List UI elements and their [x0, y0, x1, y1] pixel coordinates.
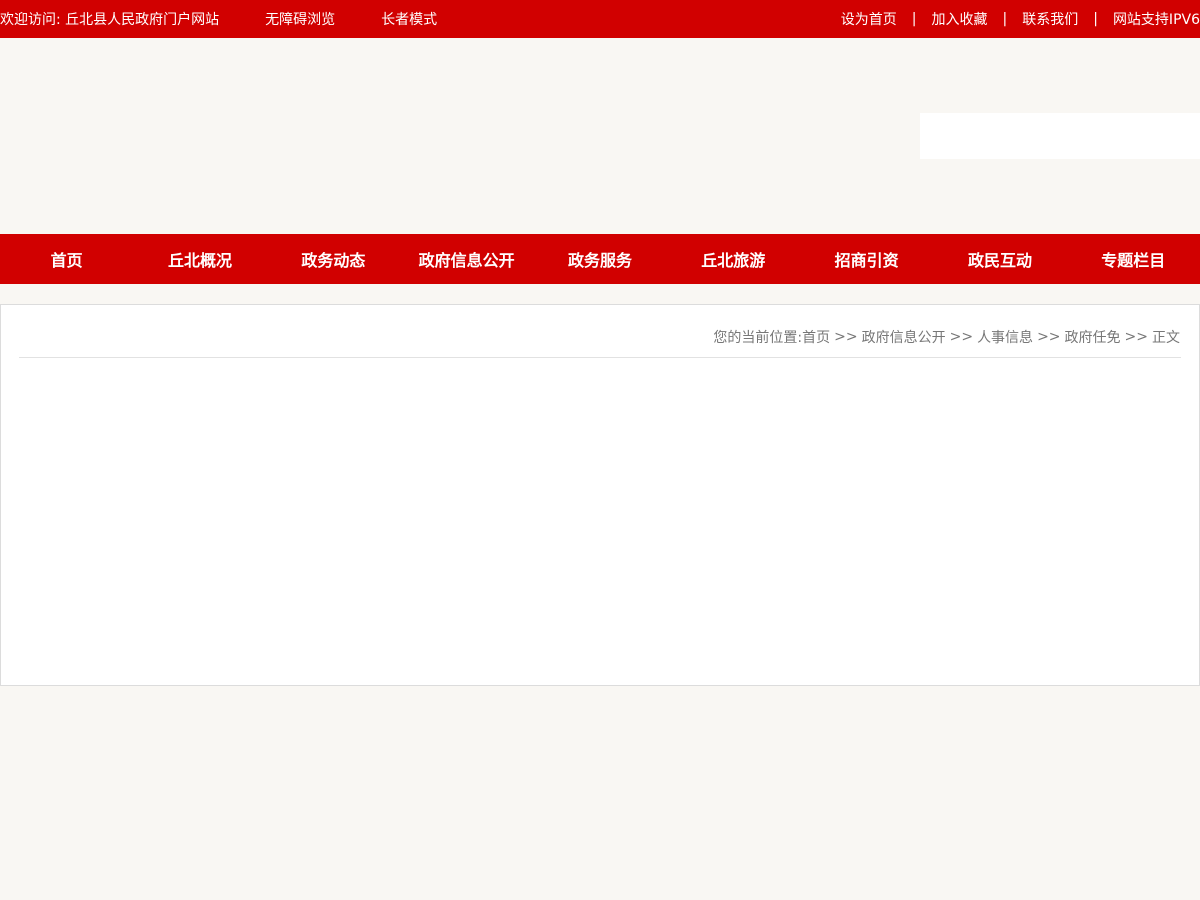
nav-item-overview[interactable]: 丘北概况 [133, 234, 266, 284]
nav-item-services[interactable]: 政务服务 [533, 234, 666, 284]
nav-item-label: 招商引资 [834, 251, 899, 270]
breadcrumb-appointments[interactable]: 政府任免 [1065, 327, 1121, 347]
topbar-separator: | [911, 11, 917, 27]
topbar-separator: | [1002, 11, 1008, 27]
contact-us-link[interactable]: 联系我们 [1022, 9, 1078, 29]
main-nav: 首页 丘北概况 政务动态 政府信息公开 政务服务 丘北旅游 招商引资 政民互动 … [0, 234, 1200, 284]
accessible-browse-link[interactable]: 无障碍浏览 [265, 9, 335, 29]
breadcrumb-personnel-info[interactable]: 人事信息 [977, 327, 1033, 347]
nav-item-label: 政务服务 [567, 251, 632, 270]
add-favorite-link[interactable]: 加入收藏 [932, 9, 988, 29]
nav-item-label: 政民互动 [967, 251, 1032, 270]
nav-item-label: 丘北概况 [167, 251, 232, 270]
nav-item-home[interactable]: 首页 [0, 234, 133, 284]
topbar-separator: | [1093, 11, 1098, 27]
topbar-left: 欢迎访问: 丘北县人民政府门户网站 无障碍浏览 长者模式 [0, 0, 437, 38]
search-input[interactable] [920, 113, 1200, 159]
nav-item-news[interactable]: 政务动态 [267, 234, 400, 284]
nav-item-label: 丘北旅游 [701, 251, 766, 270]
breadcrumb-separator: >> [1037, 329, 1061, 345]
content-panel: 您的当前位置: 首页 >> 政府信息公开 >> 人事信息 >> 政府任免 >> … [0, 304, 1200, 686]
breadcrumb-home[interactable]: 首页 [802, 327, 830, 347]
breadcrumb: 您的当前位置: 首页 >> 政府信息公开 >> 人事信息 >> 政府任免 >> … [713, 327, 1180, 347]
ipv6-support-text: 网站支持IPV6 [1112, 12, 1200, 28]
nav-item-investment[interactable]: 招商引资 [800, 234, 933, 284]
nav-item-label: 专题栏目 [1101, 251, 1166, 270]
breadcrumb-info-disclosure[interactable]: 政府信息公开 [862, 327, 946, 347]
nav-item-special-topics[interactable]: 专题栏目 [1067, 234, 1200, 284]
breadcrumb-separator: >> [1124, 329, 1148, 345]
elder-mode-link[interactable]: 长者模式 [381, 9, 437, 29]
breadcrumb-separator: >> [834, 329, 858, 345]
welcome-text: 欢迎访问: 丘北县人民政府门户网站 [0, 12, 220, 28]
nav-item-label: 首页 [50, 251, 83, 270]
nav-item-label: 政府信息公开 [418, 251, 515, 270]
set-home-link[interactable]: 设为首页 [841, 9, 897, 29]
nav-item-label: 政务动态 [301, 251, 366, 270]
breadcrumb-current: 正文 [1152, 330, 1180, 346]
content-divider [19, 357, 1181, 358]
topbar-right: 设为首页 | 加入收藏 | 联系我们 | 网站支持IPV6 [841, 0, 1200, 38]
breadcrumb-prefix: 您的当前位置: [713, 330, 803, 346]
nav-item-tourism[interactable]: 丘北旅游 [667, 234, 800, 284]
nav-item-interaction[interactable]: 政民互动 [933, 234, 1066, 284]
nav-item-info-disclosure[interactable]: 政府信息公开 [400, 234, 533, 284]
top-utility-bar: 欢迎访问: 丘北县人民政府门户网站 无障碍浏览 长者模式 设为首页 | 加入收藏… [0, 0, 1200, 38]
site-header [0, 38, 1200, 234]
breadcrumb-separator: >> [949, 329, 974, 345]
